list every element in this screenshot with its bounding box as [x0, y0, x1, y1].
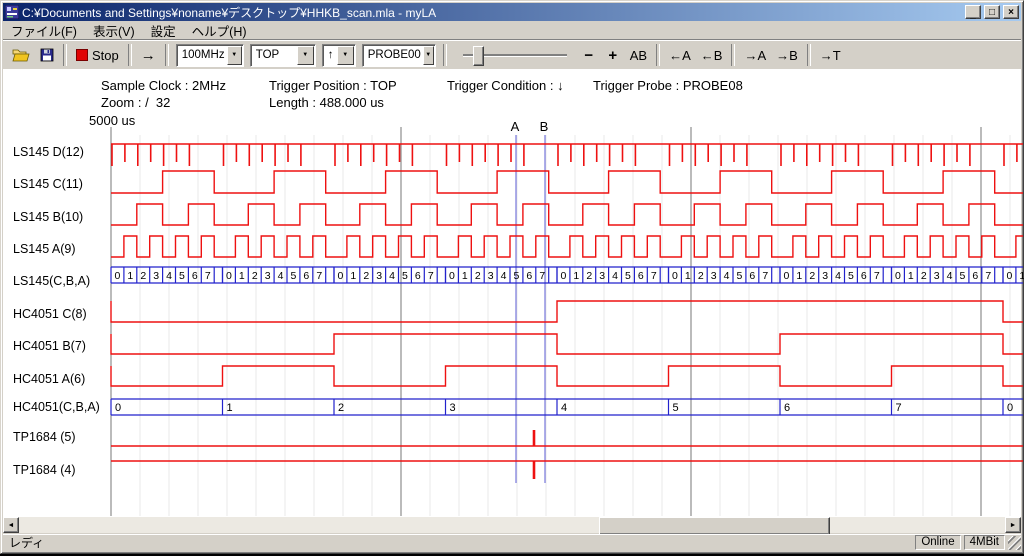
status-online-indicator: Online	[915, 535, 960, 550]
zoom-slider[interactable]	[463, 43, 567, 67]
menu-view[interactable]: 表示(V)	[85, 20, 143, 41]
trigger-position-select[interactable]: TOP ▼	[250, 44, 316, 67]
toolbar: Stop → 100MHz ▼ TOP ▼ ↑ ▼ PROBE00 ▼ − + …	[3, 40, 1021, 70]
sample-clock-info: Sample Clock : 2MHz	[101, 78, 226, 93]
channel-label-hc4051-bus: HC4051(C,B,A)	[13, 400, 108, 414]
channel-label-tp1684-5: TP1684 (5)	[13, 430, 108, 444]
chevron-down-icon[interactable]: ▼	[227, 46, 242, 65]
toolbar-separator	[656, 44, 660, 66]
window-title: C:¥Documents and Settings¥noname¥デスクトップ¥…	[22, 4, 962, 21]
trigger-probe-value: PROBE00	[363, 49, 423, 61]
chevron-down-icon[interactable]: ▼	[423, 46, 434, 65]
toolbar-separator	[807, 44, 811, 66]
scroll-right-button[interactable]: ►	[1005, 517, 1021, 533]
toolbar-separator	[731, 44, 735, 66]
trigger-edge-value: ↑	[323, 49, 337, 61]
chevron-down-icon[interactable]: ▼	[337, 46, 354, 65]
scrollbar-thumb[interactable]	[599, 517, 830, 535]
open-button[interactable]	[7, 43, 35, 67]
toolbar-separator	[443, 44, 447, 66]
channel-label-ls145-bus: LS145(C,B,A)	[13, 274, 108, 288]
scroll-left-button[interactable]: ◄	[3, 517, 19, 533]
channel-label-hc4051-c8: HC4051 C(8)	[13, 307, 108, 321]
channel-label-ls145-d12: LS145 D(12)	[13, 145, 108, 159]
go-to-trigger-button[interactable]: →T	[815, 43, 846, 67]
maximize-button[interactable]: □	[984, 5, 1000, 19]
stop-icon	[76, 49, 88, 61]
toolbar-separator	[165, 44, 169, 66]
zoom-in-button[interactable]: +	[601, 43, 625, 67]
length-info: Length : 488.000 us	[269, 95, 384, 110]
zoom-slider-thumb[interactable]	[473, 46, 484, 66]
trigger-condition-info: Trigger Condition : ↓	[447, 78, 564, 93]
toolbar-separator	[128, 44, 132, 66]
channel-label-hc4051-a6: HC4051 A(6)	[13, 372, 108, 386]
horizontal-scrollbar[interactable]: ◄ ►	[3, 517, 1021, 533]
status-ready-text: レディ	[3, 534, 912, 551]
trigger-edge-select[interactable]: ↑ ▼	[322, 44, 356, 67]
waveform-area[interactable]	[3, 69, 1021, 517]
close-button[interactable]: ×	[1003, 5, 1019, 19]
sample-clock-value: 100MHz	[177, 49, 227, 61]
status-memory-indicator: 4MBit	[964, 535, 1005, 550]
forward-to-cursor-b-button[interactable]: →B	[771, 43, 803, 67]
menu-help[interactable]: ヘルプ(H)	[184, 20, 255, 41]
app-window: C:¥Documents and Settings¥noname¥デスクトップ¥…	[0, 0, 1024, 554]
menu-bar: ファイル(F) 表示(V) 設定 ヘルプ(H)	[3, 22, 1021, 40]
time-scale-label: 5000 us	[89, 113, 135, 128]
channel-label-ls145-b10: LS145 B(10)	[13, 210, 108, 224]
minimize-button[interactable]: _	[965, 5, 981, 19]
chevron-down-icon[interactable]: ▼	[297, 46, 314, 65]
zoom-out-button[interactable]: −	[577, 43, 601, 67]
channel-label-ls145-a9: LS145 A(9)	[13, 242, 108, 256]
channel-label-hc4051-b7: HC4051 B(7)	[13, 339, 108, 353]
trigger-position-info: Trigger Position : TOP	[269, 78, 397, 93]
scrollbar-track[interactable]	[19, 517, 1005, 533]
toolbar-separator	[63, 44, 67, 66]
trigger-probe-select[interactable]: PROBE00 ▼	[362, 44, 436, 67]
forward-to-cursor-a-button[interactable]: →A	[739, 43, 771, 67]
resize-grip[interactable]	[1008, 536, 1021, 550]
channel-label-ls145-c11: LS145 C(11)	[13, 177, 108, 191]
run-button[interactable]: →	[136, 43, 161, 67]
status-bar: レディ Online 4MBit	[3, 534, 1021, 551]
open-folder-icon	[12, 48, 30, 62]
floppy-disk-icon	[40, 48, 54, 62]
app-icon	[5, 5, 19, 19]
trigger-position-value: TOP	[251, 49, 297, 61]
trigger-probe-info: Trigger Probe : PROBE08	[593, 78, 743, 93]
stop-button[interactable]: Stop	[71, 43, 124, 67]
zoom-info: Zoom : / 32	[101, 95, 170, 110]
save-button[interactable]	[35, 43, 59, 67]
zoom-ab-button[interactable]: AB	[625, 43, 652, 67]
channel-label-tp1684-4: TP1684 (4)	[13, 463, 108, 477]
menu-file[interactable]: ファイル(F)	[3, 20, 85, 41]
title-bar[interactable]: C:¥Documents and Settings¥noname¥デスクトップ¥…	[3, 3, 1021, 21]
back-to-cursor-a-button[interactable]: ←A	[664, 43, 696, 67]
back-to-cursor-b-button[interactable]: ←B	[696, 43, 728, 67]
menu-settings[interactable]: 設定	[143, 20, 184, 41]
stop-label: Stop	[92, 48, 119, 63]
sample-clock-select[interactable]: 100MHz ▼	[176, 44, 244, 67]
